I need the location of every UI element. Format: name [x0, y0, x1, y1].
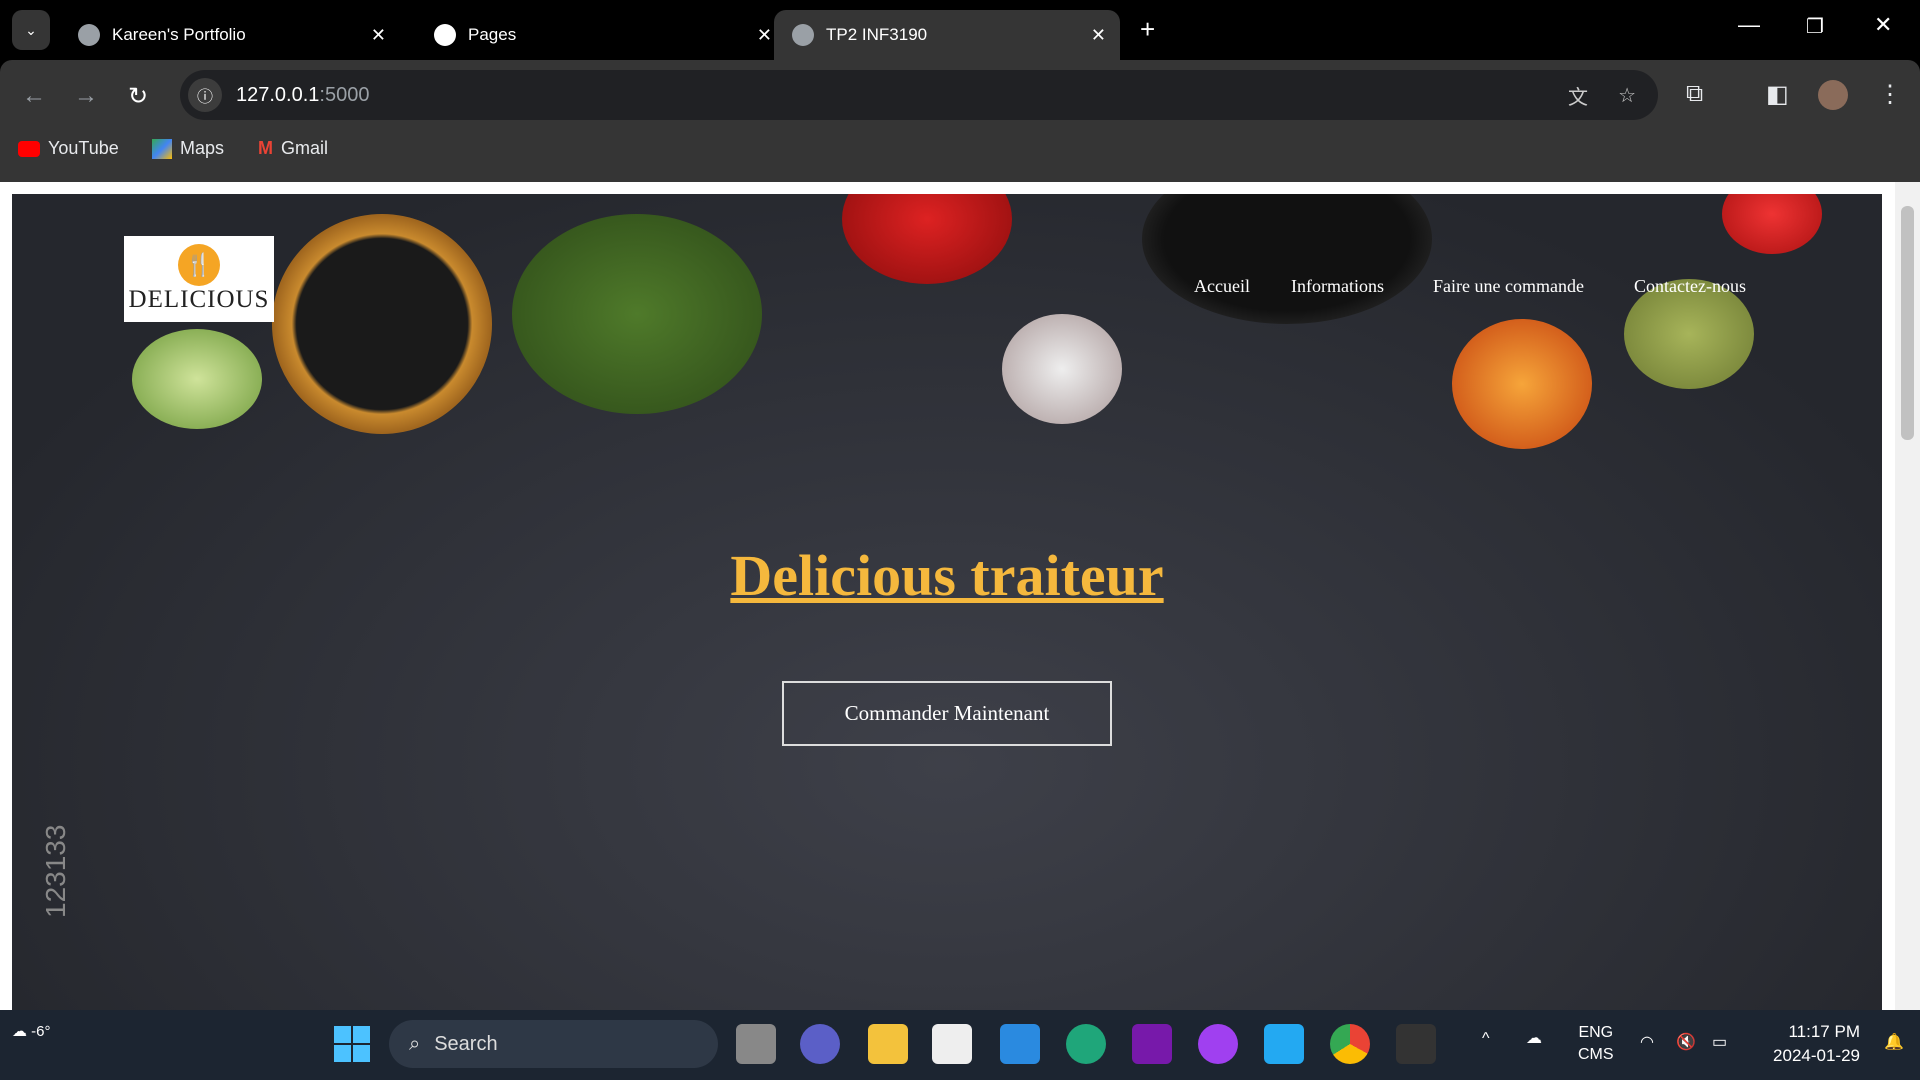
- url-port: :5000: [319, 83, 370, 106]
- menu-icon[interactable]: ⋮: [1878, 80, 1902, 109]
- nav-faire-une-commande[interactable]: Faire une commande: [1433, 276, 1584, 297]
- fork-knife-icon: 🍴: [178, 244, 220, 286]
- ime-label: CMS: [1578, 1046, 1614, 1063]
- translate-icon[interactable]: 文: [1568, 81, 1588, 110]
- lang-label: ENG: [1578, 1024, 1614, 1041]
- pan-image: [1142, 194, 1432, 324]
- taskbar-search[interactable]: ⌕ Search: [389, 1020, 718, 1068]
- tab-title: Pages: [468, 25, 517, 44]
- bookmark-label: Gmail: [281, 138, 329, 158]
- clock[interactable]: 11:17 PM 2024-01-29: [1773, 1020, 1860, 1068]
- tab-title: Kareen's Portfolio: [112, 25, 246, 44]
- bookmark-label: YouTube: [48, 138, 119, 158]
- site-logo[interactable]: 🍴 DELICIOUS: [124, 236, 274, 322]
- date: 2024-01-29: [1773, 1046, 1860, 1065]
- nav-informations[interactable]: Informations: [1291, 276, 1384, 297]
- tab-pages[interactable]: Pages ✕: [416, 10, 786, 60]
- github-icon: [434, 24, 456, 46]
- bookmark-youtube[interactable]: YouTube: [18, 138, 119, 159]
- onedrive-icon[interactable]: ☁: [1526, 1028, 1542, 1048]
- chrome-icon[interactable]: [1330, 1024, 1370, 1064]
- gmail-icon: M: [258, 138, 273, 158]
- file-explorer-icon[interactable]: [868, 1024, 908, 1064]
- mute-icon[interactable]: 🔇: [1676, 1032, 1696, 1052]
- new-tab-button[interactable]: +: [1140, 14, 1155, 45]
- terminal-icon[interactable]: [1396, 1024, 1436, 1064]
- close-tab-icon[interactable]: ✕: [371, 25, 386, 46]
- profile-avatar[interactable]: [1818, 80, 1848, 110]
- browser-toolbar: ← → ↻ ⓘ 127.0.0.1:5000 文 ☆ ⧉ ◧ ⋮ YouTube…: [0, 60, 1920, 182]
- beans-bowl-image: [272, 214, 492, 434]
- weather-temp: -6°: [31, 1023, 51, 1040]
- time: 11:17 PM: [1788, 1022, 1860, 1041]
- show-hidden-icons[interactable]: ^: [1482, 1030, 1490, 1048]
- wifi-icon[interactable]: ◠: [1640, 1032, 1654, 1052]
- battery-icon[interactable]: ▭: [1712, 1032, 1727, 1052]
- task-view-icon[interactable]: [736, 1024, 776, 1064]
- vertical-scrollbar[interactable]: [1895, 182, 1920, 1010]
- orange-pepper-image: [1452, 319, 1592, 449]
- hero-title[interactable]: Delicious traiteur: [12, 542, 1882, 609]
- forward-button[interactable]: →: [74, 82, 98, 110]
- tab-strip: ⌄ Kareen's Portfolio ✕ Pages ✕ TP2 INF3190…: [0, 0, 1920, 60]
- close-tab-icon[interactable]: ✕: [1091, 25, 1106, 46]
- scrollbar-thumb[interactable]: [1901, 206, 1914, 440]
- bookmark-star-icon[interactable]: ☆: [1618, 83, 1636, 108]
- tab-kareens-portfolio[interactable]: Kareen's Portfolio ✕: [60, 10, 400, 60]
- tomato-image: [1722, 194, 1822, 254]
- hero-section: 🍴 DELICIOUS Accueil Informations Faire u…: [12, 194, 1882, 1010]
- garlic-image: [1002, 314, 1122, 424]
- tab-title: TP2 INF3190: [826, 25, 928, 44]
- youtube-icon: [18, 140, 40, 157]
- extensions-icon[interactable]: ⧉: [1686, 80, 1703, 108]
- order-now-button[interactable]: Commander Maintenant: [782, 681, 1112, 746]
- globe-icon: [792, 24, 814, 46]
- tab-tp2-inf3190[interactable]: TP2 INF3190 ✕: [774, 10, 1120, 60]
- reload-button[interactable]: ↻: [128, 82, 148, 111]
- stock-watermark: 123133: [40, 824, 71, 918]
- search-label: Search: [434, 1032, 498, 1055]
- tab-search-button[interactable]: ⌄: [12, 10, 50, 50]
- onenote-icon[interactable]: [1132, 1024, 1172, 1064]
- logo-text: DELICIOUS: [128, 286, 270, 313]
- microsoft-store-icon[interactable]: [932, 1024, 972, 1064]
- page-viewport: 🍴 DELICIOUS Accueil Informations Faire u…: [0, 182, 1920, 1010]
- windows-taskbar: ☁ -6° ⌕ Search ^ ☁ ENG CMS ◠ 🔇 ▭ 11:17 PM 2…: [0, 1010, 1920, 1080]
- close-window-button[interactable]: ✕: [1874, 12, 1892, 38]
- nav-contactez-nous[interactable]: Contactez-nous: [1634, 276, 1746, 297]
- nav-accueil[interactable]: Accueil: [1194, 276, 1250, 297]
- notification-bell-icon[interactable]: 🔔: [1884, 1032, 1904, 1052]
- minimize-button[interactable]: —: [1738, 12, 1760, 38]
- url-host: 127.0.0.1: [236, 83, 320, 106]
- site-info-icon[interactable]: ⓘ: [188, 78, 222, 112]
- weather-widget[interactable]: ☁ -6°: [12, 1022, 51, 1040]
- bookmark-label: Maps: [180, 138, 225, 158]
- teams-icon[interactable]: [800, 1024, 840, 1064]
- back-button[interactable]: ←: [22, 82, 46, 110]
- language-indicator[interactable]: ENG CMS: [1578, 1022, 1614, 1066]
- broccoli-image: [512, 214, 762, 414]
- search-icon: ⌕: [409, 1032, 421, 1055]
- mail-icon[interactable]: [1000, 1024, 1040, 1064]
- messenger-icon[interactable]: [1198, 1024, 1238, 1064]
- cucumber-image: [132, 329, 262, 429]
- close-tab-icon[interactable]: ✕: [757, 25, 772, 46]
- bookmark-gmail[interactable]: M Gmail: [258, 138, 328, 159]
- bookmark-maps[interactable]: Maps: [152, 138, 224, 159]
- address-bar[interactable]: ⓘ 127.0.0.1:5000 文 ☆: [180, 70, 1658, 120]
- start-button[interactable]: [334, 1026, 370, 1062]
- pepper-image: [842, 194, 1012, 284]
- restore-button[interactable]: ❐: [1806, 14, 1824, 39]
- vscode-icon[interactable]: [1264, 1024, 1304, 1064]
- globe-icon: [78, 24, 100, 46]
- side-panel-icon[interactable]: ◧: [1766, 80, 1789, 109]
- edge-icon[interactable]: [1066, 1024, 1106, 1064]
- maps-icon: [152, 138, 172, 159]
